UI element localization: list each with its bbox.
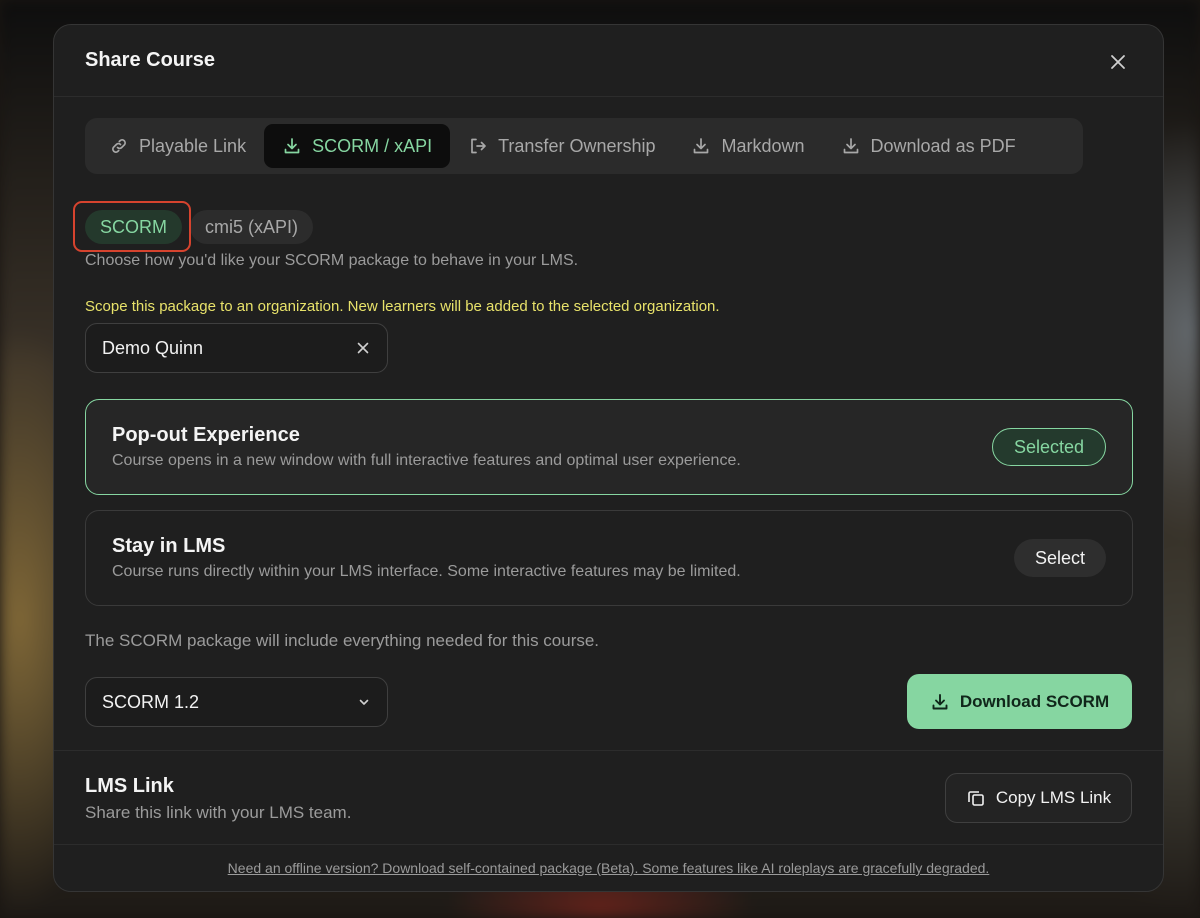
package-description: Choose how you'd like your SCORM package… bbox=[85, 252, 579, 269]
scope-note: Scope this package to an organization. N… bbox=[85, 298, 720, 315]
option-title: Pop-out Experience bbox=[112, 424, 300, 446]
package-format-tabs: SCORM cmi5 (xAPI) bbox=[85, 210, 314, 244]
scorm-version-select[interactable]: SCORM 1.2 bbox=[85, 677, 388, 727]
tab-scorm-xapi[interactable]: SCORM / xAPI bbox=[264, 124, 451, 168]
include-note: The SCORM package will include everythin… bbox=[85, 631, 600, 650]
link-icon bbox=[112, 139, 126, 153]
close-icon bbox=[1111, 55, 1125, 69]
option-stay-in-lms[interactable]: Stay in LMS Course runs directly within … bbox=[85, 510, 1133, 606]
copy-lms-link-button[interactable]: Copy LMS Link bbox=[945, 773, 1132, 823]
download-icon bbox=[932, 693, 948, 709]
scorm-version-value: SCORM 1.2 bbox=[102, 691, 200, 712]
share-course-modal: Share Course Playable Link SCORM / xAPI bbox=[53, 24, 1164, 892]
tab-label: Markdown bbox=[721, 135, 805, 156]
tab-transfer-ownership[interactable]: Transfer Ownership bbox=[450, 124, 673, 168]
organization-select[interactable]: Demo Quinn bbox=[85, 323, 388, 373]
tab-label: Download as PDF bbox=[870, 135, 1016, 156]
tab-label: SCORM / xAPI bbox=[312, 135, 433, 156]
download-icon bbox=[694, 138, 709, 154]
subtab-cmi5[interactable]: cmi5 (xAPI) bbox=[190, 210, 314, 244]
option-pop-out[interactable]: Pop-out Experience Course opens in a new… bbox=[85, 399, 1133, 495]
copy-icon bbox=[968, 791, 984, 806]
lms-link-description: Share this link with your LMS team. bbox=[85, 803, 352, 822]
organization-value: Demo Quinn bbox=[102, 337, 204, 358]
tab-label: Playable Link bbox=[139, 135, 247, 156]
share-tabs: Playable Link SCORM / xAPI Transfer Owne… bbox=[85, 118, 1083, 174]
tab-label: Transfer Ownership bbox=[498, 135, 656, 156]
offline-package-link[interactable]: Need an offline version? Download self-c… bbox=[54, 860, 1163, 876]
tab-markdown[interactable]: Markdown bbox=[673, 124, 822, 168]
chevron-down-icon bbox=[359, 699, 369, 705]
download-scorm-button[interactable]: Download SCORM bbox=[907, 674, 1132, 729]
option-title: Stay in LMS bbox=[112, 535, 226, 557]
option-description: Course runs directly within your LMS int… bbox=[112, 563, 741, 580]
close-button[interactable] bbox=[1107, 51, 1129, 73]
copy-lms-link-label: Copy LMS Link bbox=[995, 788, 1112, 807]
lms-link-section: LMS Link Share this link with your LMS t… bbox=[54, 750, 1163, 845]
option-description: Course opens in a new window with full i… bbox=[112, 452, 741, 469]
select-button[interactable]: Select bbox=[1013, 539, 1106, 577]
clear-organization-button[interactable] bbox=[355, 340, 371, 356]
download-icon bbox=[284, 138, 300, 154]
tab-playable-link[interactable]: Playable Link bbox=[91, 124, 264, 168]
lms-link-title: LMS Link bbox=[85, 775, 174, 797]
selected-button[interactable]: Selected bbox=[991, 428, 1106, 466]
subtab-scorm[interactable]: SCORM bbox=[85, 210, 182, 244]
modal-header: Share Course bbox=[54, 25, 1163, 97]
modal-title: Share Course bbox=[85, 49, 216, 71]
download-icon bbox=[843, 138, 858, 154]
tab-download-pdf[interactable]: Download as PDF bbox=[823, 124, 1034, 168]
close-icon bbox=[357, 342, 369, 354]
transfer-icon bbox=[471, 138, 486, 154]
download-scorm-label: Download SCORM bbox=[959, 691, 1110, 711]
